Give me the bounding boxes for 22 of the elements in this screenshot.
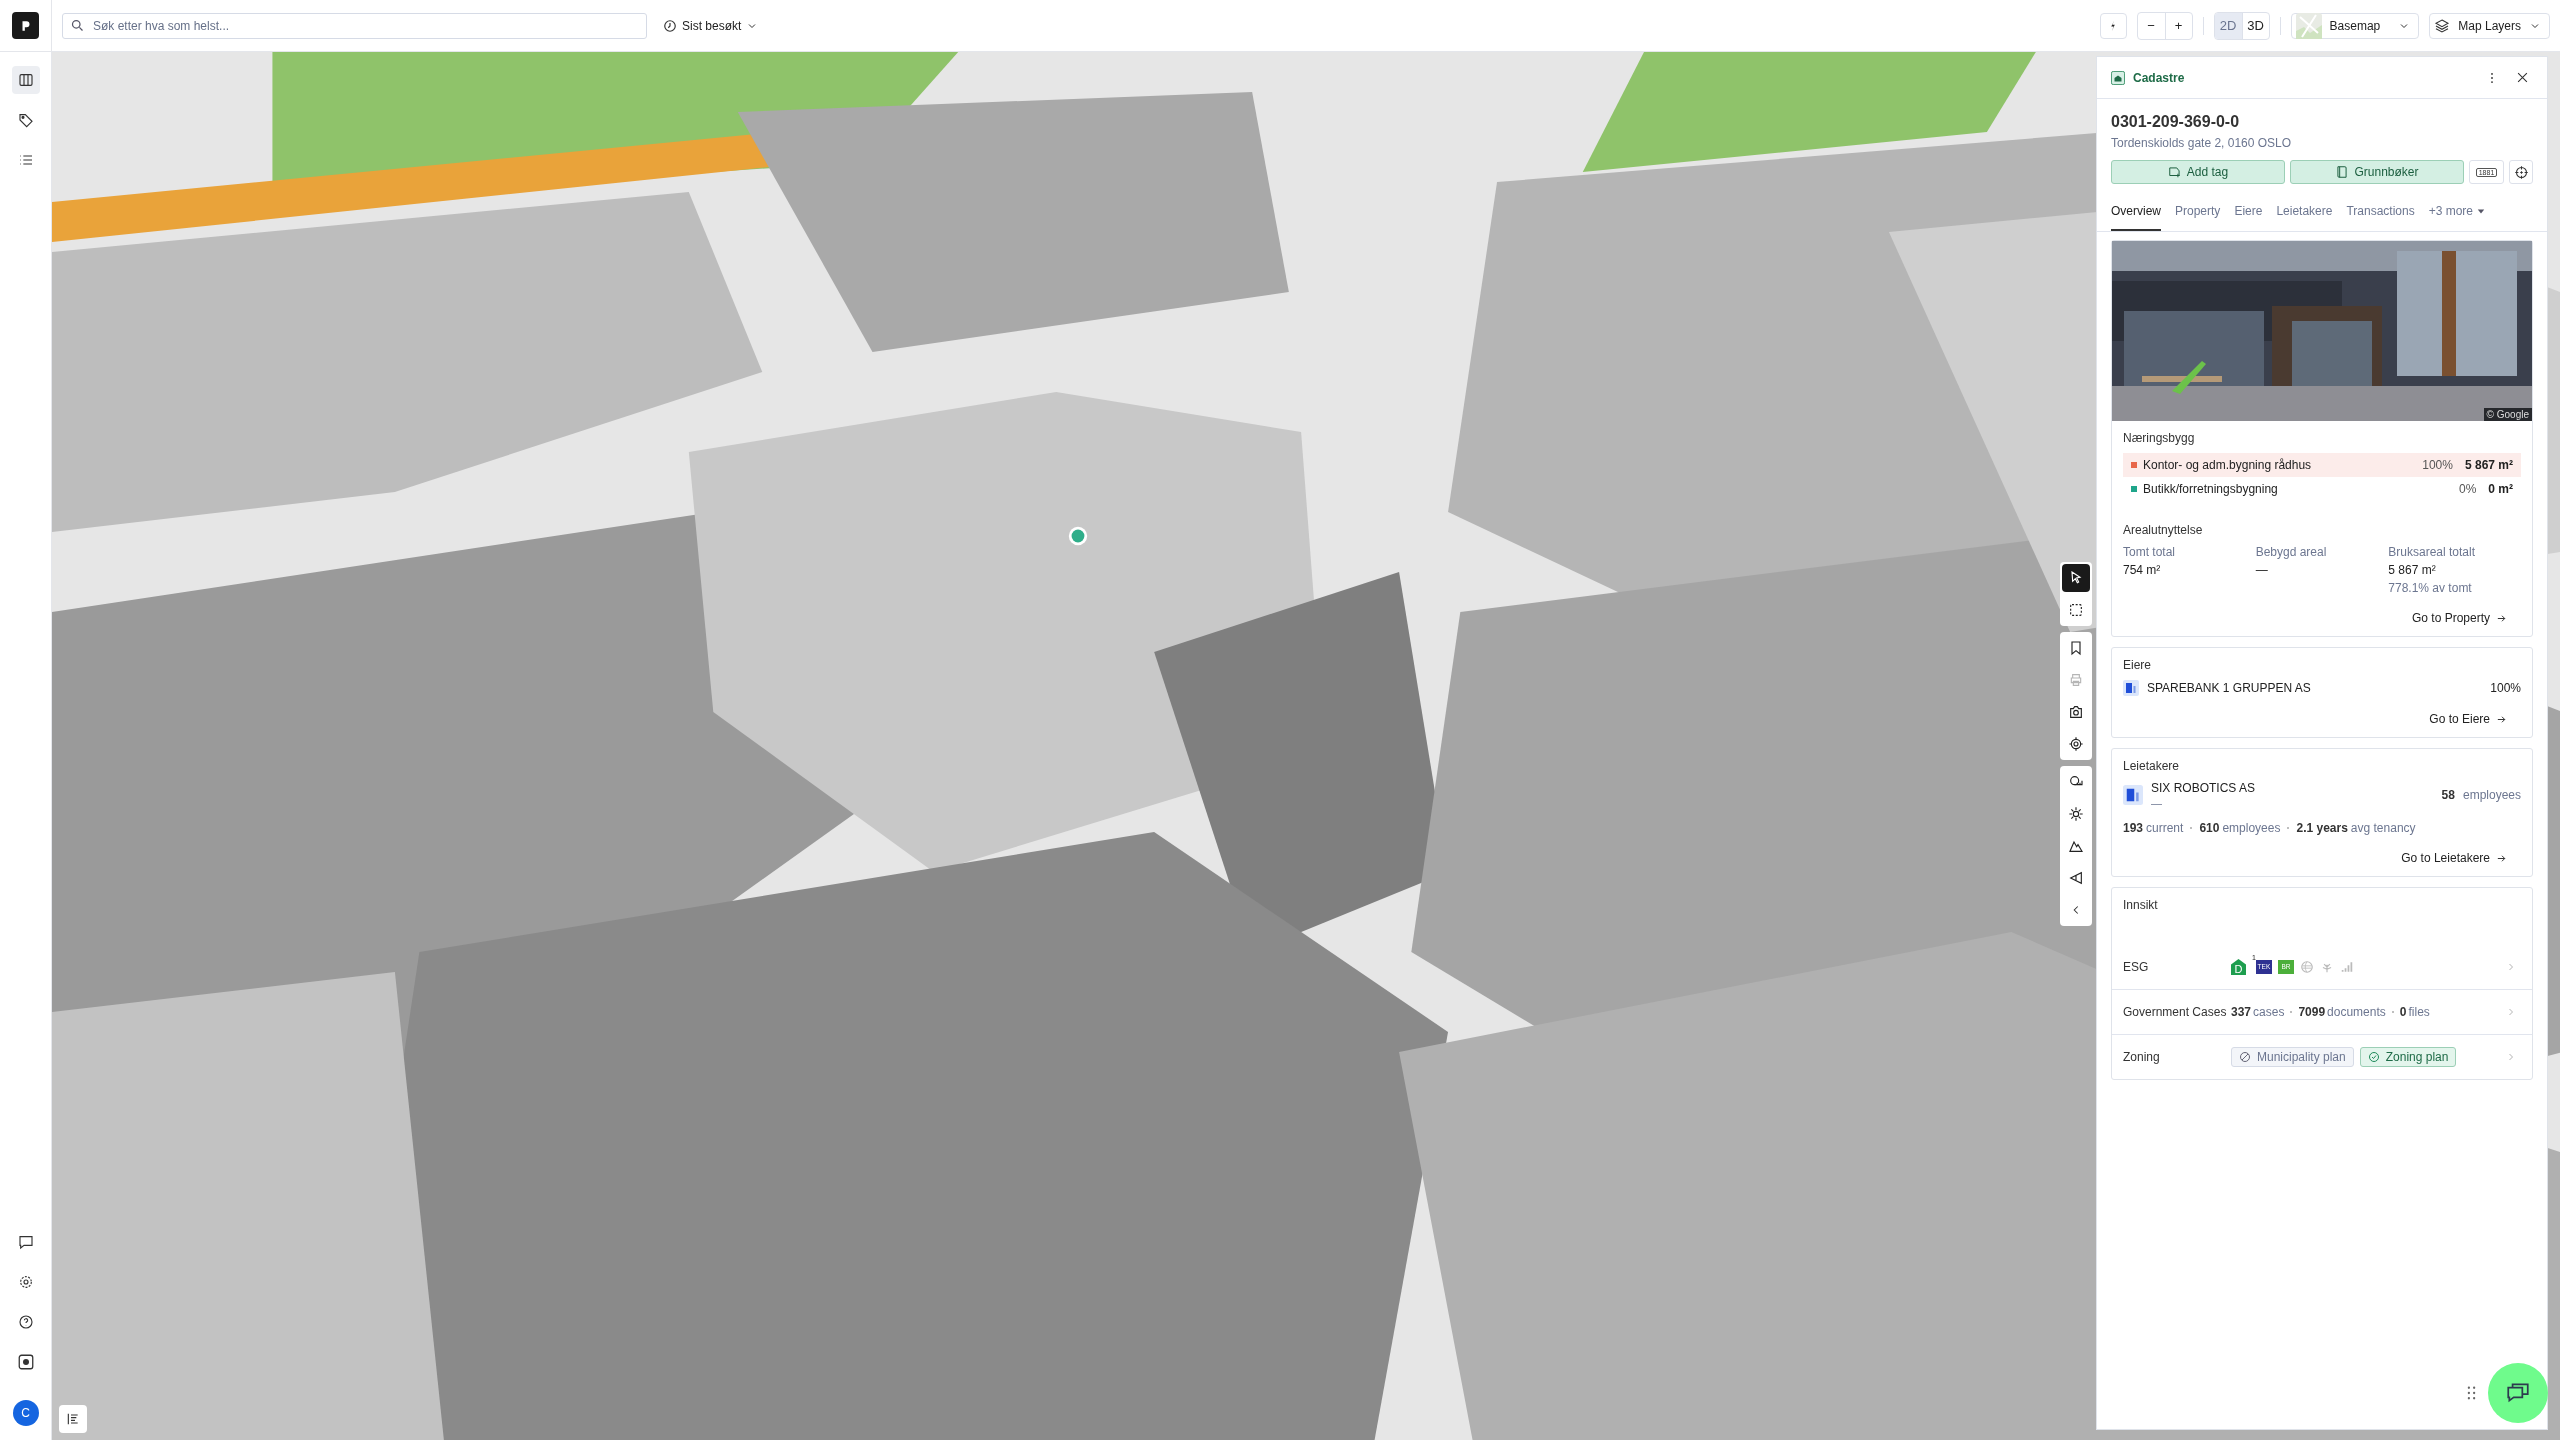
help-icon <box>17 1314 34 1330</box>
logo-icon[interactable] <box>12 12 39 39</box>
nav-button[interactable] <box>11 66 40 94</box>
search-icon <box>70 17 85 33</box>
zoom-out-button[interactable]: − <box>2137 12 2165 39</box>
user-avatar[interactable]: C <box>12 1400 39 1426</box>
zoom-in-button[interactable]: + <box>2164 12 2192 39</box>
recent-dropdown[interactable]: Sist besøkt <box>657 18 765 33</box>
settings-icon <box>17 1274 34 1290</box>
search-field[interactable]: Søk etter hva som helst... <box>62 12 647 39</box>
clock-icon <box>663 18 677 33</box>
layers-icon <box>2434 17 2451 34</box>
view-mode-tab[interactable]: 2D <box>2214 12 2242 39</box>
list-icon <box>17 152 34 168</box>
view-mode-tab[interactable]: 3D <box>2241 12 2269 39</box>
basemap-dropdown[interactable]: Basemap <box>2290 12 2420 39</box>
tag-icon <box>17 112 34 128</box>
chat-icon <box>17 1234 34 1250</box>
record-icon <box>16 1353 35 1371</box>
map-thumbnail-icon <box>2295 12 2322 39</box>
map-icon <box>17 72 34 88</box>
map-layers-dropdown[interactable]: Map Layers <box>2429 12 2550 39</box>
